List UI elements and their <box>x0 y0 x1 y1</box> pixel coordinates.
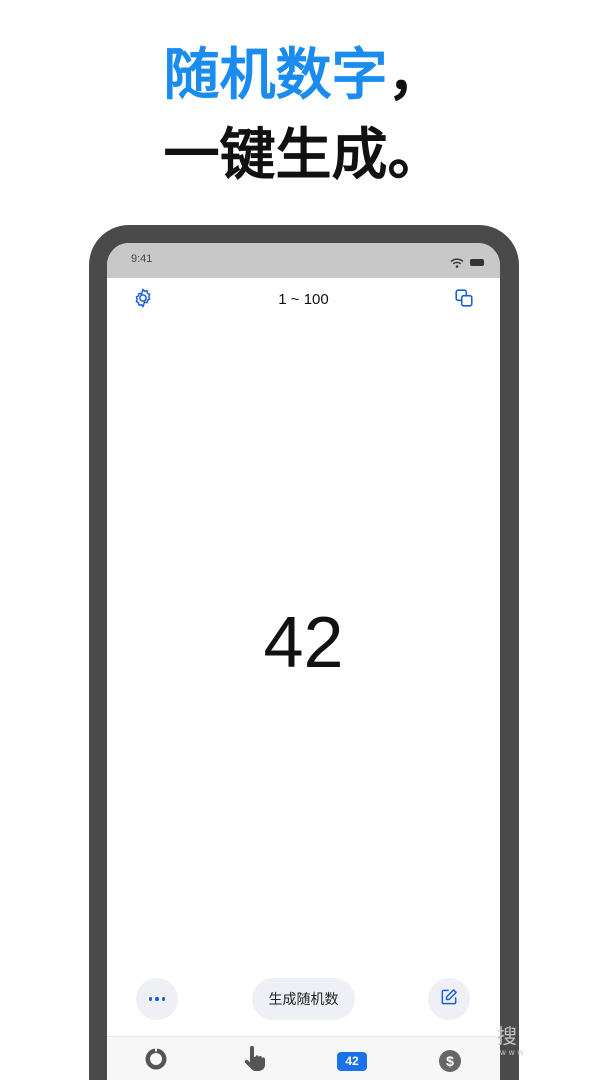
range-label[interactable]: 1 ~ 100 <box>107 291 500 308</box>
status-bar: 9:41 <box>107 243 500 278</box>
copy-button[interactable] <box>452 288 476 312</box>
toolbar: 1 ~ 100 <box>107 278 500 322</box>
more-button[interactable] <box>136 978 178 1020</box>
watermark-sub: www <box>500 1048 527 1057</box>
edit-icon <box>439 987 459 1011</box>
app-screen: 9:41 1 ~ 100 42 生成随机数 42 $ <box>107 243 500 1080</box>
wifi-icon <box>450 253 464 272</box>
edit-button[interactable] <box>428 978 470 1020</box>
dollar-coin-icon: $ <box>439 1050 461 1072</box>
nav-item-dollar[interactable]: $ <box>435 1046 465 1076</box>
status-icons <box>450 253 484 272</box>
number-badge-icon: 42 <box>337 1051 367 1071</box>
device-frame: 9:41 1 ~ 100 42 生成随机数 42 $ <box>89 225 519 1080</box>
headline-highlight: 随机数字 <box>163 43 388 108</box>
dial-icon <box>143 1046 169 1076</box>
nav-item-number[interactable]: 42 <box>336 1046 368 1076</box>
bottom-nav: 42 $ <box>107 1036 500 1080</box>
battery-icon <box>470 259 484 266</box>
headline-comma: ， <box>387 43 444 108</box>
nav-item-tap[interactable] <box>239 1046 269 1076</box>
ellipsis-icon <box>148 997 166 1001</box>
status-time: 9:41 <box>131 253 153 265</box>
copy-icon <box>453 287 475 313</box>
tap-hand-icon <box>241 1045 267 1077</box>
action-bar: 生成随机数 <box>107 978 500 1022</box>
random-number-result: 42 <box>263 603 344 683</box>
nav-item-dial[interactable] <box>141 1046 171 1076</box>
headline-line-2: 一键生成。 <box>163 123 444 188</box>
headline-line-1: 随机数字， <box>0 44 607 108</box>
generate-button[interactable]: 生成随机数 <box>252 978 355 1020</box>
